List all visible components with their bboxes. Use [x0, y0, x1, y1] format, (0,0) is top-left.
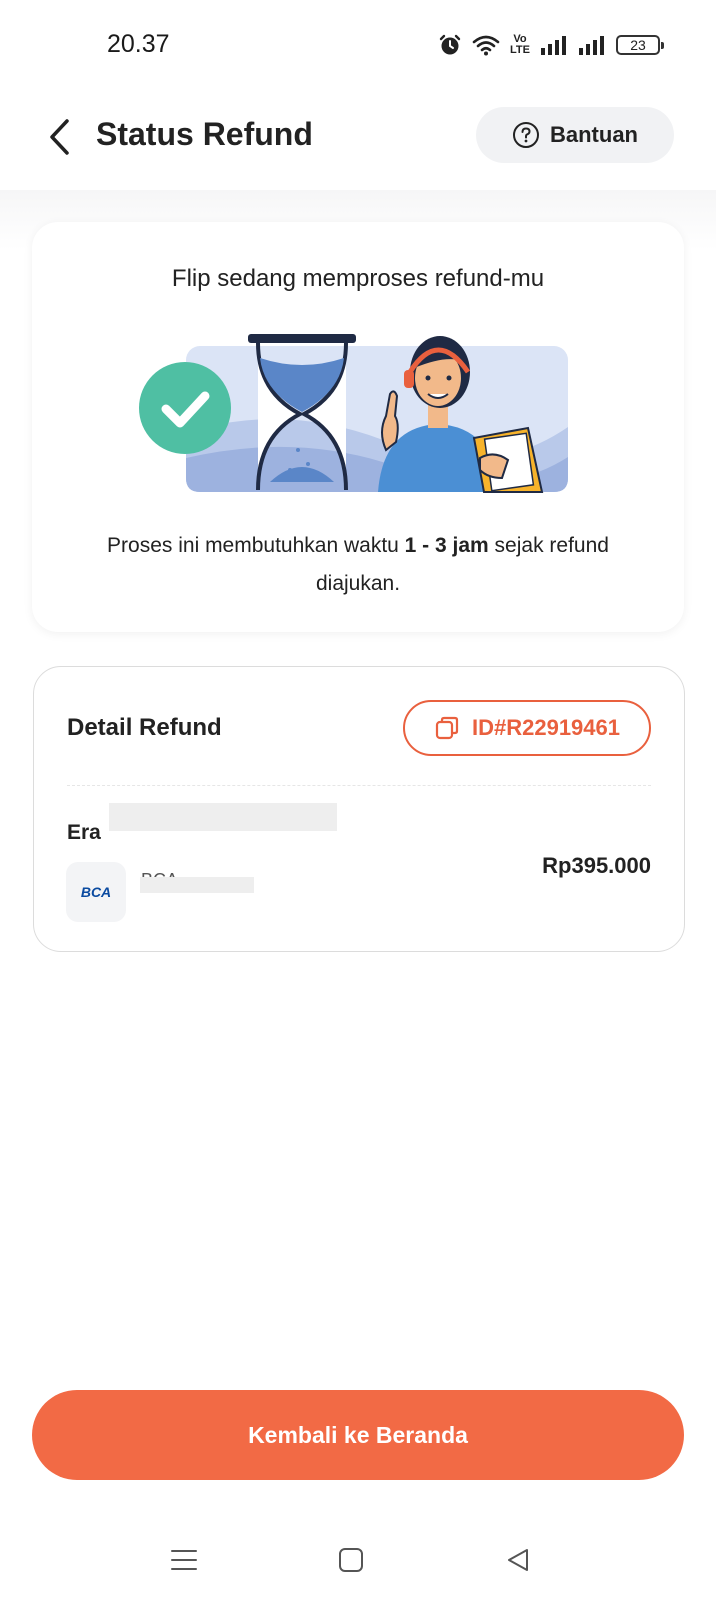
signal-icon-sim2: [579, 36, 604, 55]
bank-logo-text: BCA: [80, 884, 112, 900]
status-icons: Vo LTE 23: [438, 30, 664, 60]
copy-refund-id-button[interactable]: ID#R22919461: [403, 700, 651, 756]
redacted-name: [109, 803, 337, 831]
copy-icon: [435, 716, 459, 740]
help-button[interactable]: Bantuan: [476, 107, 674, 163]
question-circle-icon: [513, 122, 539, 148]
menu-icon: [171, 1550, 197, 1570]
divider: [67, 785, 651, 786]
nav-home-button[interactable]: [331, 1542, 371, 1578]
volte-indicator: Vo LTE: [510, 34, 530, 56]
refund-amount: Rp395.000: [542, 853, 651, 878]
status-headline: Flip sedang memproses refund-mu: [171, 265, 545, 292]
volte-line2: LTE: [510, 44, 530, 56]
alarm-icon: [439, 34, 461, 55]
detail-title: Detail Refund: [67, 714, 222, 741]
system-nav-bar: [0, 1520, 716, 1600]
chevron-left-icon: [50, 119, 69, 155]
status-description: Proses ini membutuhkan waktu 1 - 3 jam s…: [92, 527, 624, 603]
redacted-account-number: [140, 877, 254, 893]
status-bar: 20.37 Vo LTE 23: [0, 0, 716, 90]
refund-processing-illustration: [139, 334, 568, 493]
signal-icon-sim1: [541, 36, 566, 55]
refund-detail-card: Detail Refund ID#R22919461 Era BCA BCA R…: [33, 666, 685, 952]
back-to-home-label: Kembali ke Beranda: [248, 1421, 468, 1448]
description-duration: 1 - 3 jam: [404, 534, 489, 557]
nav-back-button[interactable]: [498, 1542, 538, 1578]
app-header: Status Refund Bantuan: [0, 90, 716, 190]
bank-logo: BCA: [66, 862, 126, 922]
refund-id: ID#R22919461: [471, 715, 620, 740]
triangle-back-icon: [508, 1549, 528, 1571]
battery-indicator: 23: [616, 35, 664, 55]
wifi-icon: [472, 35, 500, 56]
status-time: 20.37: [107, 30, 170, 58]
battery-level: 23: [630, 37, 646, 53]
recipient-name: Era: [67, 821, 101, 844]
nav-recents-button[interactable]: [164, 1542, 204, 1578]
back-to-home-button[interactable]: Kembali ke Beranda: [32, 1390, 684, 1480]
help-label: Bantuan: [550, 122, 638, 147]
back-button[interactable]: [40, 112, 80, 162]
refund-status-card: Flip sedang memproses refund-mu Proses i…: [32, 222, 684, 632]
description-pre: Proses ini membutuhkan waktu: [107, 534, 405, 557]
page-title: Status Refund: [96, 116, 313, 152]
square-icon: [339, 1548, 363, 1572]
